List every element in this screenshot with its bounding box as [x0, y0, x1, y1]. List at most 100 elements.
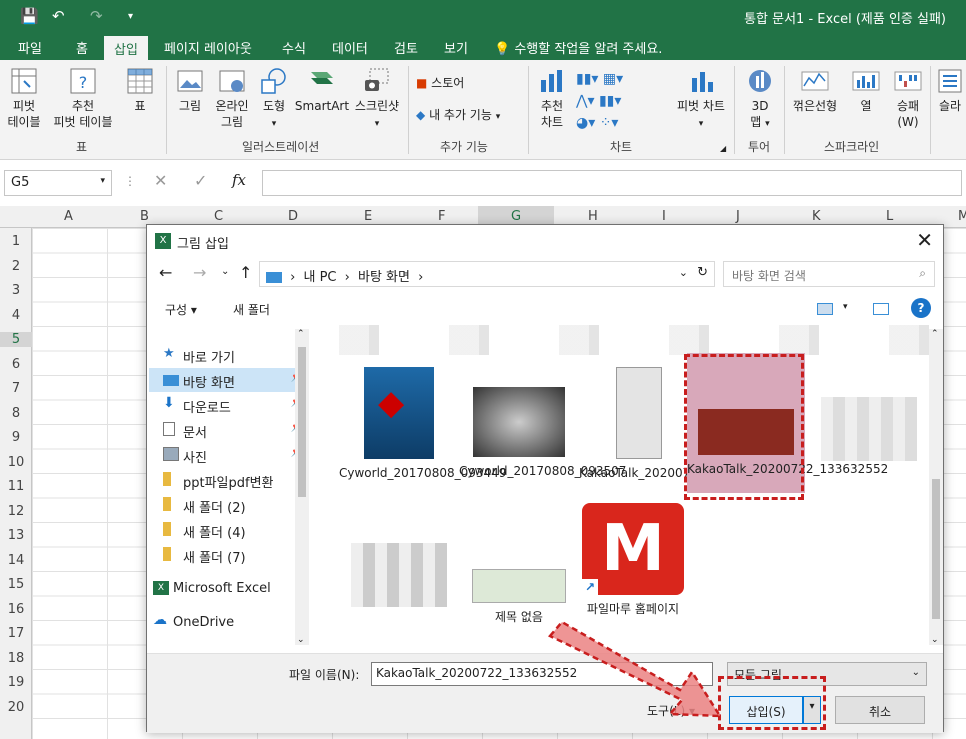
nav-microsoft-excel[interactable]: X Microsoft Excel — [149, 577, 309, 601]
up-arrow-icon[interactable]: ↑ — [239, 263, 252, 282]
nav-pictures[interactable]: 사진📌 — [149, 443, 309, 467]
name-box-dropdown-icon[interactable]: ▾ — [100, 176, 105, 186]
smartart-button[interactable]: SmartArt — [294, 66, 350, 114]
chart-type-grid[interactable]: ▮▮▾ ▦▾ ⋀▾ ▮▮▾ ◕▾ ⁘▾ — [576, 68, 666, 134]
file-item[interactable]: KakaoTalk_20200715_174523872 — [579, 367, 780, 481]
nav-folder[interactable]: ppt파일pdf변환 — [149, 468, 309, 492]
row-header-selected[interactable]: 5 — [0, 332, 32, 347]
table-button[interactable]: 표 — [120, 66, 160, 114]
preview-pane-icon[interactable] — [873, 303, 889, 315]
scatter-chart-icon[interactable]: ⁘▾ — [600, 115, 619, 131]
insert-function-icon[interactable]: fx — [232, 171, 246, 189]
save-icon[interactable]: 💾 — [20, 7, 39, 25]
nav-scrollbar-thumb[interactable] — [298, 347, 306, 497]
column-header[interactable]: C — [214, 209, 223, 224]
column-header[interactable]: D — [288, 209, 298, 224]
file-item[interactable] — [339, 543, 459, 613]
cancel-button[interactable]: 취소 — [835, 696, 925, 724]
nav-folder[interactable]: 새 폴더 (2) — [149, 493, 309, 517]
tab-page-layout[interactable]: 페이지 레이아웃 — [164, 38, 252, 57]
tell-me-search[interactable]: 💡 수행할 작업을 알려 주세요. — [494, 38, 662, 57]
scroll-down-icon[interactable]: ⌄ — [297, 635, 305, 645]
picture-button[interactable]: 그림 — [170, 66, 210, 114]
nav-folder[interactable]: 새 폴더 (7) — [149, 543, 309, 567]
row-header[interactable]: 1 — [0, 234, 32, 249]
file-item[interactable]: M ↗ 파일마루 홈페이지 — [573, 503, 693, 617]
row-header[interactable]: 2 — [0, 259, 32, 274]
row-header[interactable]: 19 — [0, 675, 32, 690]
column-header[interactable]: E — [364, 209, 372, 224]
row-header[interactable]: 7 — [0, 381, 32, 396]
row-header[interactable]: 4 — [0, 308, 32, 323]
help-icon[interactable]: ? — [911, 298, 931, 318]
splitter-handle-icon[interactable]: ⋮ — [124, 174, 136, 188]
tab-review[interactable]: 검토 — [394, 38, 418, 57]
my-addins-button[interactable]: ◆ 내 추가 기능 ▾ — [416, 106, 500, 123]
row-header[interactable]: 6 — [0, 357, 32, 372]
search-input[interactable]: 바탕 화면 검색 ⌕ — [723, 261, 935, 287]
breadcrumb-desktop[interactable]: 바탕 화면 — [358, 270, 410, 285]
redo-icon[interactable]: ↷ — [90, 7, 103, 25]
breadcrumb-this-pc[interactable]: 내 PC — [303, 270, 336, 285]
content-scrollbar-thumb[interactable] — [932, 479, 940, 619]
row-header[interactable]: 8 — [0, 406, 32, 421]
confirm-entry-icon[interactable]: ✓ — [194, 171, 207, 190]
file-item[interactable]: Cyworld_20170808_093507 — [459, 367, 626, 479]
row-header[interactable]: 11 — [0, 479, 32, 494]
scroll-up-icon[interactable]: ⌃ — [297, 329, 305, 339]
pivot-table-button[interactable]: 피벗 테이블 — [4, 66, 44, 130]
column-header[interactable]: H — [588, 209, 598, 224]
row-header[interactable]: 20 — [0, 700, 32, 715]
view-options-dropdown-icon[interactable]: ▾ — [843, 302, 848, 312]
line-chart-icon[interactable]: ⋀▾ — [576, 93, 595, 109]
row-header[interactable]: 16 — [0, 602, 32, 617]
address-bar[interactable]: › 내 PC › 바탕 화면 › ⌄ ↻ — [259, 261, 715, 287]
file-item[interactable]: ◆ Cyworld_20170808_093449 — [339, 367, 506, 481]
tab-home[interactable]: 홈 — [76, 38, 88, 57]
store-button[interactable]: ■ 스토어 — [416, 74, 464, 91]
tab-view[interactable]: 보기 — [444, 38, 468, 57]
undo-icon[interactable]: ↶ — [52, 7, 65, 25]
3d-map-button[interactable]: 3D 맵 ▾ — [740, 66, 780, 132]
nav-scrollbar[interactable]: ⌃ ⌄ — [295, 329, 309, 645]
column-header[interactable]: J — [736, 209, 740, 224]
row-header[interactable]: 9 — [0, 430, 32, 445]
tab-insert[interactable]: 삽입 — [104, 36, 148, 60]
nav-quick-access[interactable]: ★ 바로 가기 — [149, 343, 309, 367]
row-header[interactable]: 12 — [0, 504, 32, 519]
slicer-button[interactable]: 슬라 — [934, 66, 966, 114]
file-item[interactable] — [809, 397, 929, 467]
pie-chart-icon[interactable]: ◕▾ — [576, 115, 595, 131]
row-header[interactable]: 18 — [0, 651, 32, 666]
shapes-button[interactable]: 도형 ▾ — [256, 66, 292, 132]
view-options-icon[interactable] — [817, 303, 833, 315]
screenshot-button[interactable]: 스크린샷 ▾ — [350, 66, 404, 132]
sparkline-winloss-button[interactable]: 승패 (W) — [888, 66, 928, 130]
nav-documents[interactable]: 문서📌 — [149, 418, 309, 442]
sparkline-column-button[interactable]: 열 — [846, 66, 886, 114]
filetype-dropdown-icon[interactable]: ⌄ — [912, 667, 920, 678]
content-scrollbar[interactable]: ⌃ ⌄ — [929, 329, 943, 645]
nav-onedrive[interactable]: ☁ OneDrive — [149, 611, 309, 635]
scroll-up-icon[interactable]: ⌃ — [931, 329, 939, 339]
row-header[interactable]: 3 — [0, 283, 32, 298]
forward-arrow-icon[interactable]: → — [193, 263, 206, 282]
nav-desktop[interactable]: 바탕 화면📌 — [149, 368, 309, 392]
row-header[interactable]: 13 — [0, 528, 32, 543]
organize-button[interactable]: 구성 ▾ — [165, 301, 197, 318]
row-header[interactable]: 14 — [0, 553, 32, 568]
name-box[interactable]: G5 ▾ — [4, 170, 112, 196]
recommended-charts-button[interactable]: 추천 차트 — [532, 66, 572, 130]
pivot-chart-button[interactable]: 피벗 차트 ▾ — [672, 66, 730, 132]
customize-qat-icon[interactable]: ▾ — [128, 11, 133, 22]
dialog-launcher-icon[interactable]: ◢ — [720, 144, 726, 153]
nav-folder[interactable]: 새 폴더 (4) — [149, 518, 309, 542]
column-header[interactable]: L — [886, 209, 893, 224]
row-header[interactable]: 10 — [0, 455, 32, 470]
row-header[interactable]: 17 — [0, 626, 32, 641]
online-picture-button[interactable]: 온라인 그림 — [210, 66, 254, 130]
column-header[interactable]: I — [662, 209, 666, 224]
scroll-down-icon[interactable]: ⌄ — [931, 635, 939, 645]
tab-formulas[interactable]: 수식 — [282, 38, 306, 57]
tab-file[interactable]: 파일 — [18, 38, 42, 57]
